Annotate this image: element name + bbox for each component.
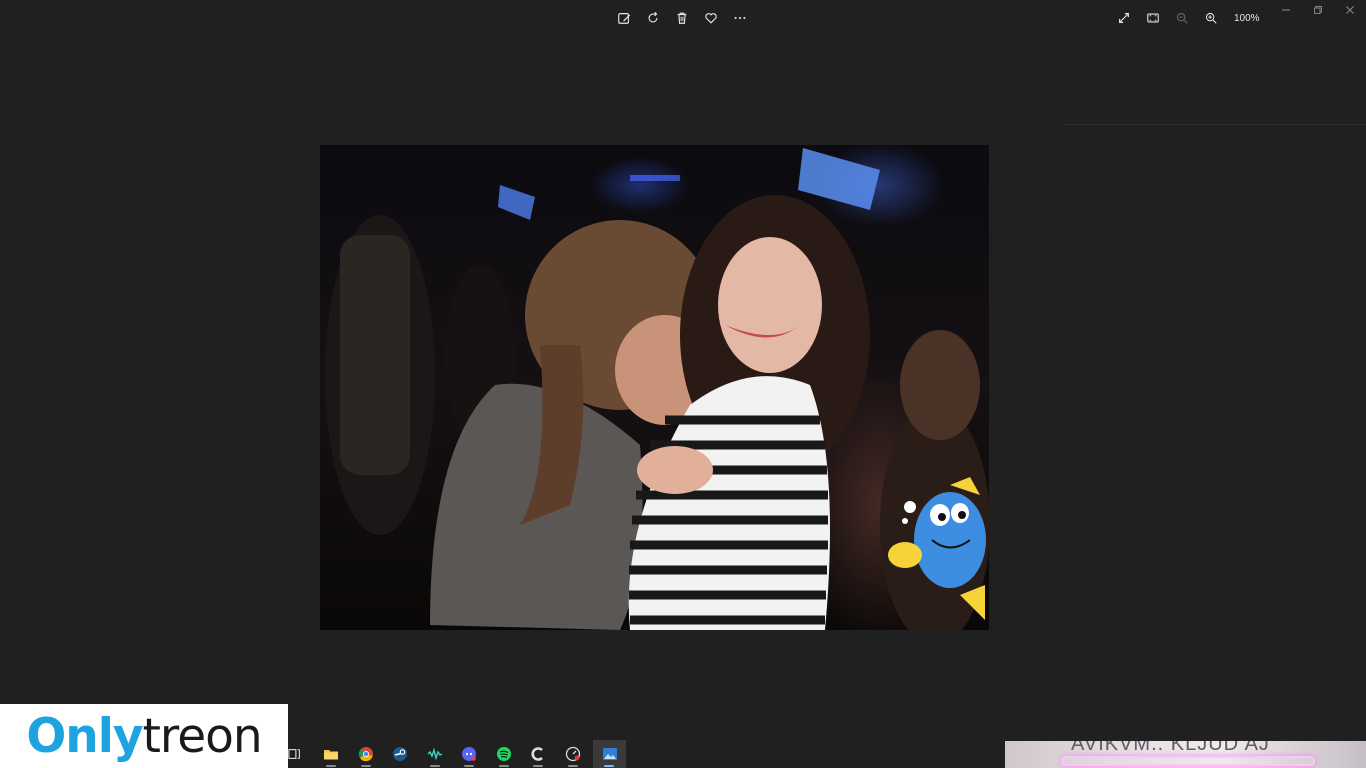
- restore-icon[interactable]: [1312, 4, 1324, 16]
- more-options-icon[interactable]: [732, 9, 748, 27]
- neon-sign: [1061, 756, 1315, 766]
- running-indicator: [464, 765, 474, 767]
- window-controls: [1280, 4, 1356, 16]
- chrome-icon[interactable]: [352, 740, 380, 768]
- steam-icon[interactable]: [386, 740, 414, 768]
- running-indicator: [498, 765, 509, 767]
- running-indicator: [326, 765, 336, 767]
- taskbar: [288, 740, 1005, 768]
- view-tools: 100%: [1116, 9, 1260, 27]
- running-indicator: [429, 765, 440, 767]
- discord-icon[interactable]: [455, 740, 483, 768]
- task-view-icon[interactable]: [288, 740, 302, 768]
- favorite-icon[interactable]: [703, 9, 719, 27]
- minimize-icon[interactable]: [1280, 4, 1292, 16]
- ccleaner-icon[interactable]: [524, 740, 552, 768]
- running-indicator: [533, 765, 543, 767]
- running-indicator: [604, 765, 614, 767]
- corner-thumbnail-text: AVIKVM.. KLJUD AJ: [1071, 741, 1270, 755]
- spotify-icon[interactable]: [490, 740, 518, 768]
- edit-image-icon[interactable]: [616, 9, 632, 27]
- displayed-photo[interactable]: [320, 145, 989, 630]
- running-indicator: [567, 765, 578, 767]
- corner-thumbnail: AVIKVM.. KLJUD AJ: [1005, 741, 1366, 768]
- watermark-logo: Only treon: [0, 704, 288, 768]
- zoom-level[interactable]: 100%: [1234, 13, 1260, 24]
- delete-icon[interactable]: [674, 9, 690, 27]
- watermark-text-b: treon: [142, 708, 262, 764]
- fit-to-window-icon[interactable]: [1145, 9, 1161, 27]
- zoom-in-icon[interactable]: [1203, 9, 1219, 27]
- audio-app-icon[interactable]: [421, 740, 449, 768]
- zoom-out-icon[interactable]: [1174, 9, 1190, 27]
- running-indicator: [360, 765, 371, 767]
- divider: [1062, 124, 1366, 125]
- watermark-text-a: Only: [26, 708, 143, 764]
- fullscreen-icon[interactable]: [1116, 9, 1132, 27]
- photos-app-icon[interactable]: [593, 740, 626, 768]
- rotate-icon[interactable]: [645, 9, 661, 27]
- image-toolbar: [616, 8, 748, 28]
- speedometer-icon[interactable]: [559, 740, 587, 768]
- file-explorer-icon[interactable]: [317, 740, 345, 768]
- photo-illustration: [325, 148, 989, 630]
- close-icon[interactable]: [1344, 4, 1356, 16]
